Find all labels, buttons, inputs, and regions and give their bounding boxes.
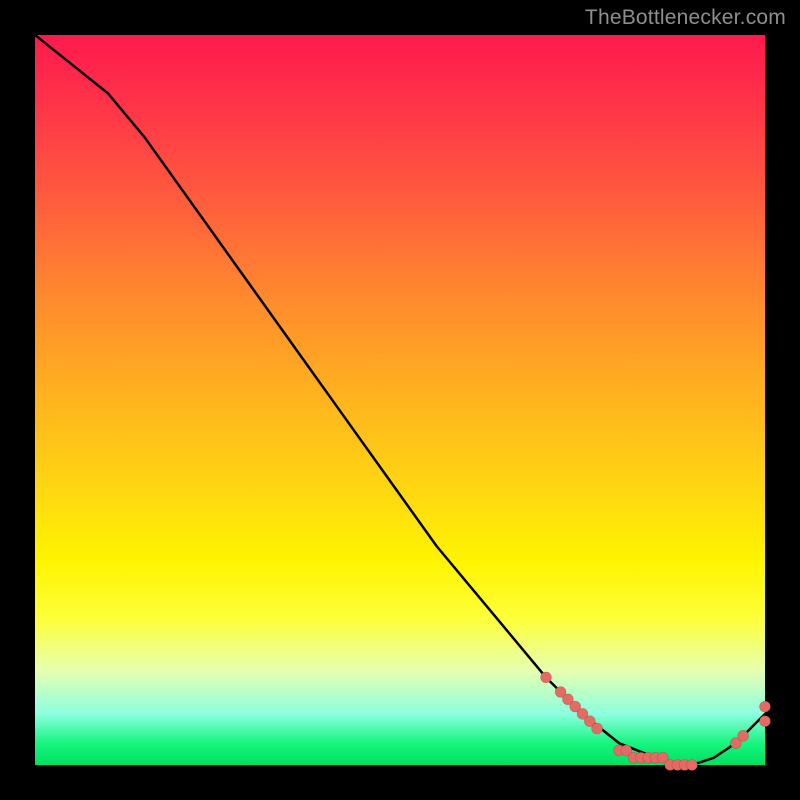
data-point-endpoint-b xyxy=(760,701,771,712)
attribution-text: TheBottlenecker.com xyxy=(585,6,786,30)
data-point-cluster-falling-a xyxy=(541,672,552,683)
data-point-cluster-falling-g xyxy=(592,723,603,734)
data-point-rising-b xyxy=(738,730,749,741)
bottleneck-curve xyxy=(35,35,765,765)
data-point-bottom-k xyxy=(687,760,698,771)
chart-overlay xyxy=(35,35,765,765)
data-points-group xyxy=(541,672,771,771)
chart-container: TheBottlenecker.com xyxy=(0,0,800,800)
data-point-endpoint-a xyxy=(760,716,771,727)
